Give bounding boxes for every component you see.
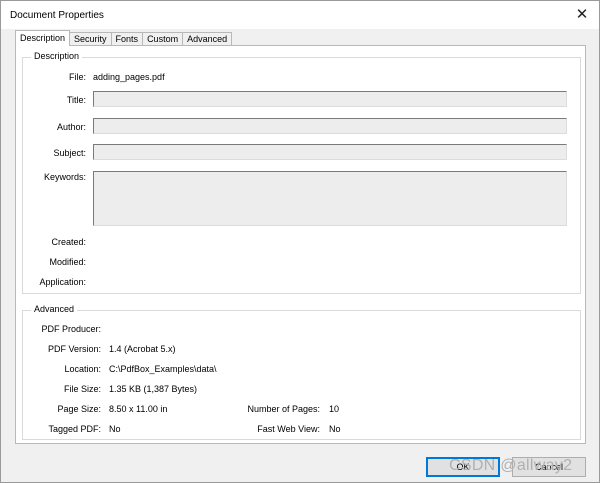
pdf-version-value: 1.4 (Acrobat 5.x) xyxy=(109,344,176,354)
tab-advanced[interactable]: Advanced xyxy=(183,32,233,46)
modified-label: Modified: xyxy=(49,257,86,267)
file-value: adding_pages.pdf xyxy=(93,72,165,82)
author-field[interactable] xyxy=(93,118,567,134)
watermark-text: CSDN @allway2 xyxy=(449,457,573,474)
description-group: Description File: adding_pages.pdf Title… xyxy=(22,51,581,294)
title-bar: Document Properties ✕ xyxy=(1,1,599,29)
dialog-title: Document Properties xyxy=(10,10,104,21)
pdf-producer-label: PDF Producer: xyxy=(41,324,101,334)
fast-web-view-value: No xyxy=(329,424,341,434)
description-group-title: Description xyxy=(31,51,83,61)
advanced-group-title: Advanced xyxy=(31,304,78,314)
file-size-label: File Size: xyxy=(63,384,101,394)
page-size-value: 8.50 x 11.00 in xyxy=(109,404,168,414)
tab-strip: Description Security Fonts Custom Advanc… xyxy=(15,30,233,46)
keywords-field[interactable] xyxy=(93,171,567,226)
tab-description[interactable]: Description xyxy=(15,30,71,46)
location-value: C:\PdfBox_Examples\data\ xyxy=(109,364,217,374)
application-label: Application: xyxy=(39,277,86,287)
document-properties-dialog: Document Properties ✕ Description Securi… xyxy=(0,0,600,483)
file-label: File: xyxy=(68,72,86,82)
title-label: Title: xyxy=(66,95,86,105)
pdf-version-label: PDF Version: xyxy=(47,344,101,354)
tab-fonts[interactable]: Fonts xyxy=(111,32,144,46)
tab-security[interactable]: Security xyxy=(70,32,112,46)
tagged-pdf-label: Tagged PDF: xyxy=(48,424,101,434)
file-size-value: 1.35 KB (1,387 Bytes) xyxy=(109,384,198,394)
subject-label: Subject: xyxy=(53,148,86,158)
fast-web-view-label: Fast Web View: xyxy=(257,424,320,434)
advanced-group: Advanced PDF Producer: PDF Version: 1.4 … xyxy=(22,304,581,440)
number-of-pages-label: Number of Pages: xyxy=(247,404,320,414)
page-size-label: Page Size: xyxy=(57,404,101,414)
subject-field[interactable] xyxy=(93,144,567,160)
number-of-pages-value: 10 xyxy=(329,404,340,414)
tagged-pdf-value: No xyxy=(109,424,121,434)
description-panel: Description File: adding_pages.pdf Title… xyxy=(15,45,586,444)
author-label: Author: xyxy=(56,122,86,132)
keywords-label: Keywords: xyxy=(43,172,86,182)
title-field[interactable] xyxy=(93,91,567,107)
close-icon[interactable]: ✕ xyxy=(571,4,593,26)
created-label: Created: xyxy=(51,237,86,247)
tab-custom[interactable]: Custom xyxy=(143,32,184,46)
location-label: Location: xyxy=(64,364,101,374)
